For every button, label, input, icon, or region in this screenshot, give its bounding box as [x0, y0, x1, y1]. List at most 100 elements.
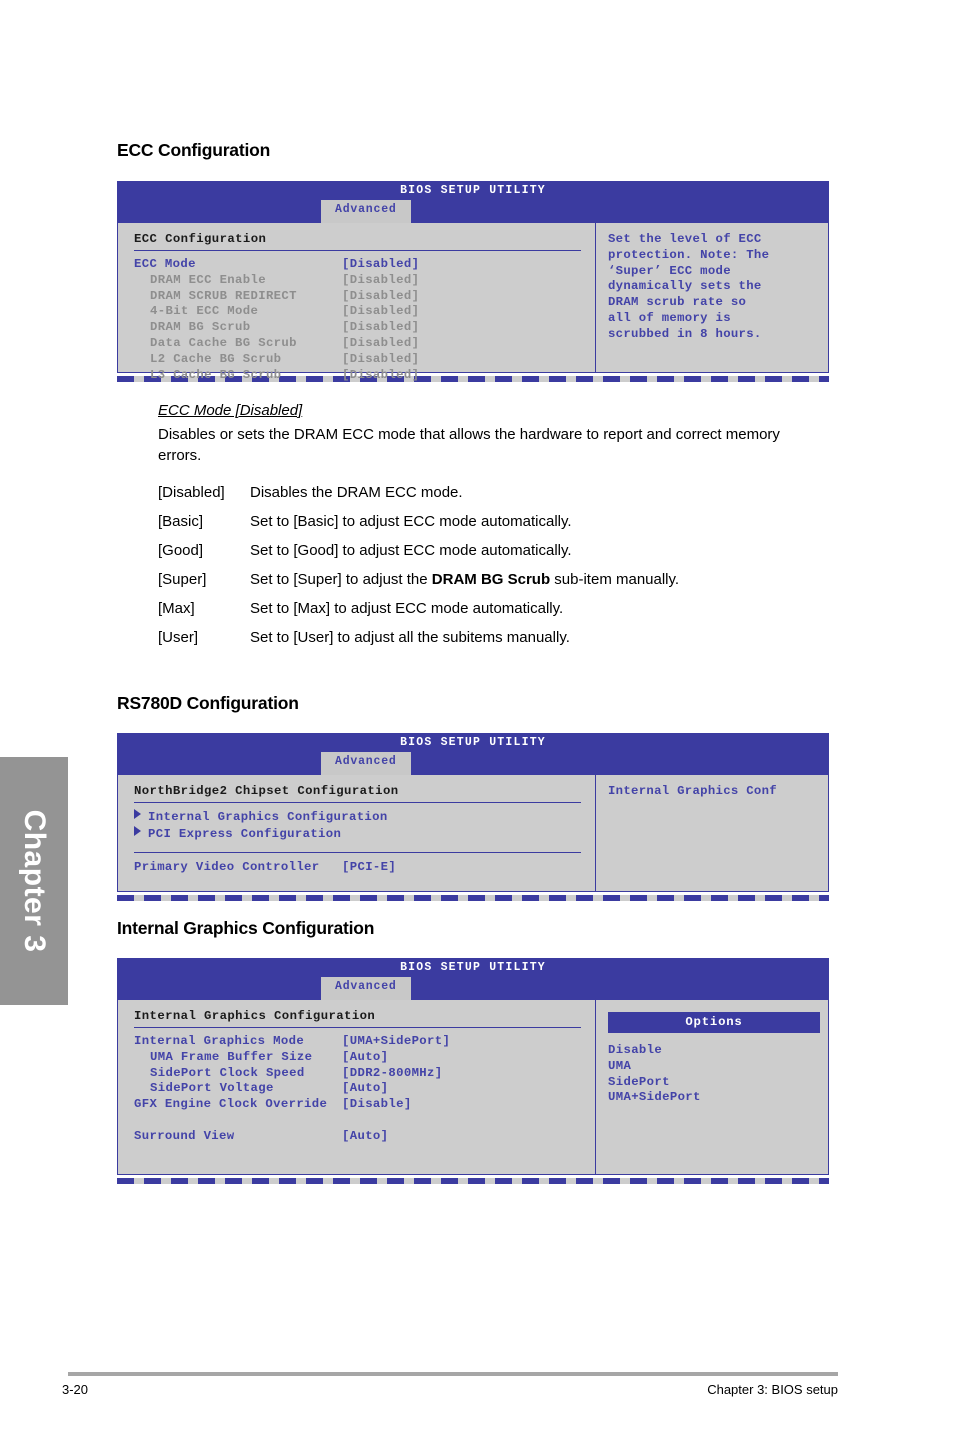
- bios-title: BIOS SETUP UTILITY: [400, 961, 546, 974]
- table-row[interactable]: ECC Mode [Disabled]: [134, 257, 595, 273]
- row-label: Internal Graphics Mode: [134, 1034, 305, 1048]
- row-value: [Disabled]: [342, 320, 420, 335]
- help-text: Set the level of ECC protection. Note: T…: [608, 232, 770, 341]
- definition-key: [User]: [158, 629, 199, 646]
- definition-text: Disables the DRAM ECC mode.: [250, 484, 463, 501]
- row-label: SidePort Clock Speed: [150, 1065, 305, 1080]
- definition-value: Set to [Basic] to adjust ECC mode automa…: [250, 512, 829, 532]
- submenu-item[interactable]: PCI Express Configuration: [134, 825, 595, 843]
- section-heading-ecc: ECC Configuration: [117, 140, 271, 160]
- definition-key: [Disabled]: [158, 484, 225, 501]
- bios-options-pane-igfx: Options Disable UMA SidePort UMA+SidePor…: [596, 1000, 828, 1174]
- submenu-item[interactable]: Internal Graphics Configuration: [134, 809, 595, 826]
- table-row[interactable]: GFX Engine Clock Override [Disable]: [134, 1097, 595, 1113]
- page-content: ECC Configuration BIOS SETUP UTILITY Adv…: [117, 0, 829, 1184]
- triangle-right-icon: [134, 825, 141, 836]
- bios-row-list-igfx: Internal Graphics Mode [UMA+SidePort] UMA…: [134, 1034, 595, 1145]
- bios-body-rs780d: NorthBridge2 Chipset Configuration Inter…: [117, 775, 829, 892]
- bios-main-igfx: Internal Graphics Configuration Internal…: [118, 1000, 596, 1174]
- bios-body-igfx: Internal Graphics Configuration Internal…: [117, 1000, 829, 1175]
- row-value: [UMA+SidePort]: [342, 1034, 451, 1048]
- row-value: [Disabled]: [342, 288, 420, 303]
- table-row[interactable]: DRAM BG Scrub [Disabled]: [134, 320, 595, 336]
- definition-key: [Basic]: [158, 513, 204, 530]
- row-label: 4-Bit ECC Mode: [150, 304, 259, 319]
- row-label: ECC Mode: [134, 257, 196, 271]
- row-value: [Disabled]: [342, 367, 420, 382]
- definition-value: Set to [Max] to adjust ECC mode automati…: [250, 599, 829, 619]
- bios-title: BIOS SETUP UTILITY: [400, 736, 546, 749]
- table-row[interactable]: DRAM ECC Enable [Disabled]: [134, 273, 595, 289]
- bios-tab-advanced[interactable]: Advanced: [321, 752, 411, 775]
- row-label: L2 Cache BG Scrub: [150, 351, 282, 366]
- options-list: Disable UMA SidePort UMA+SidePort: [600, 1043, 824, 1106]
- table-row[interactable]: L3 Cache BG Scrub [Disabled]: [134, 368, 595, 384]
- definition-list: [Disabled] Disables the DRAM ECC mode. […: [158, 483, 829, 648]
- definition-text-after: sub-item manually.: [550, 571, 680, 588]
- bios-main-ecc: ECC Configuration ECC Mode [Disabled] DRA…: [118, 223, 596, 382]
- table-row[interactable]: L2 Cache BG Scrub [Disabled]: [134, 352, 595, 368]
- row-label: GFX Engine Clock Override: [134, 1097, 328, 1112]
- definition-text: Set to [Good] to adjust ECC mode automat…: [250, 542, 572, 559]
- row-label: DRAM ECC Enable: [150, 272, 266, 287]
- footer-page-number: 3-20: [62, 1382, 89, 1397]
- options-header: Options: [608, 1012, 820, 1033]
- definition-text: Set to [Max] to adjust ECC mode automati…: [250, 600, 564, 617]
- submenu-label: PCI Express Configuration: [148, 826, 342, 841]
- bios-tab-advanced[interactable]: Advanced: [321, 977, 411, 1000]
- list-item[interactable]: UMA+SidePort: [600, 1090, 824, 1106]
- bios-body-ecc: ECC Configuration ECC Mode [Disabled] DRA…: [117, 223, 829, 382]
- definition-key: [Super]: [158, 571, 207, 588]
- bios-screen-rs780d: BIOS SETUP UTILITY Advanced NorthBridge2…: [117, 733, 829, 901]
- table-row[interactable]: UMA Frame Buffer Size [Auto]: [134, 1050, 595, 1066]
- bios-screen-igfx: BIOS SETUP UTILITY Advanced Internal Gra…: [117, 958, 829, 1184]
- panel-divider: [134, 851, 581, 853]
- list-item: [Disabled] Disables the DRAM ECC mode.: [158, 483, 829, 503]
- table-row[interactable]: Primary Video Controller [PCI-E]: [134, 860, 595, 876]
- bios-submenu-list: Internal Graphics Configuration PCI Expr…: [134, 809, 595, 843]
- list-item: [User] Set to [User] to adjust all the s…: [158, 628, 829, 648]
- bios-main-rs780d: NorthBridge2 Chipset Configuration Inter…: [118, 775, 596, 891]
- panel-divider: [134, 250, 581, 251]
- row-value: [Disabled]: [342, 272, 420, 287]
- footer-divider: [68, 1372, 838, 1376]
- definition-key: [Max]: [158, 600, 195, 617]
- footer-chapter-label: Chapter 3: BIOS setup: [707, 1382, 838, 1397]
- definition-text: Set to [Super] to adjust the: [250, 571, 432, 588]
- list-item[interactable]: Disable: [600, 1043, 824, 1059]
- panel-header-rs780d: NorthBridge2 Chipset Configuration: [134, 784, 399, 798]
- bios-bottom-dashed-border: [117, 895, 829, 901]
- definition-bold: DRAM BG Scrub: [431, 571, 551, 588]
- row-value: [Auto]: [342, 1128, 389, 1143]
- row-value: [Auto]: [342, 1081, 389, 1096]
- row-value: [Disabled]: [342, 304, 420, 319]
- chapter-side-tab-label: Chapter 3: [18, 809, 51, 953]
- row-value: [DDR2-800MHz]: [342, 1065, 443, 1080]
- definition-value: Set to [User] to adjust all the subitems…: [250, 628, 829, 648]
- row-value: [Disabled]: [342, 335, 420, 350]
- section-heading-rs780d: RS780D Configuration: [117, 693, 299, 713]
- bios-bottom-dashed-border: [117, 1178, 829, 1184]
- bios-tab-advanced[interactable]: Advanced: [321, 200, 411, 223]
- panel-divider: [134, 802, 581, 803]
- table-row[interactable]: SidePort Voltage [Auto]: [134, 1081, 595, 1097]
- list-item: [Basic] Set to [Basic] to adjust ECC mod…: [158, 512, 829, 532]
- row-label: Data Cache BG Scrub: [150, 335, 297, 350]
- table-row[interactable]: 4-Bit ECC Mode [Disabled]: [134, 304, 595, 320]
- bios-help-pane-rs780d: Internal Graphics Conf: [596, 775, 828, 891]
- bios-row-list-ecc: ECC Mode [Disabled] DRAM ECC Enable [Disab…: [134, 257, 595, 383]
- table-row[interactable]: SidePort Clock Speed [DDR2-800MHz]: [134, 1066, 595, 1082]
- definition-key: [Good]: [158, 542, 204, 559]
- table-row[interactable]: DRAM SCRUB REDIRECT [Disabled]: [134, 289, 595, 305]
- list-item: [Max] Set to [Max] to adjust ECC mode au…: [158, 599, 829, 619]
- row-label: DRAM SCRUB REDIRECT: [150, 288, 297, 303]
- list-item[interactable]: SidePort: [600, 1075, 824, 1091]
- list-item: [Super] Set to [Super] to adjust the DRA…: [158, 570, 829, 590]
- table-row[interactable]: Surround View [Auto]: [134, 1129, 595, 1145]
- table-row[interactable]: Internal Graphics Mode [UMA+SidePort]: [134, 1034, 595, 1050]
- table-row[interactable]: Data Cache BG Scrub [Disabled]: [134, 336, 595, 352]
- list-item[interactable]: UMA: [600, 1059, 824, 1075]
- row-label: Primary Video Controller: [134, 859, 320, 874]
- row-label: DRAM BG Scrub: [150, 320, 251, 335]
- item-description: Disables or sets the DRAM ECC mode that …: [158, 426, 780, 464]
